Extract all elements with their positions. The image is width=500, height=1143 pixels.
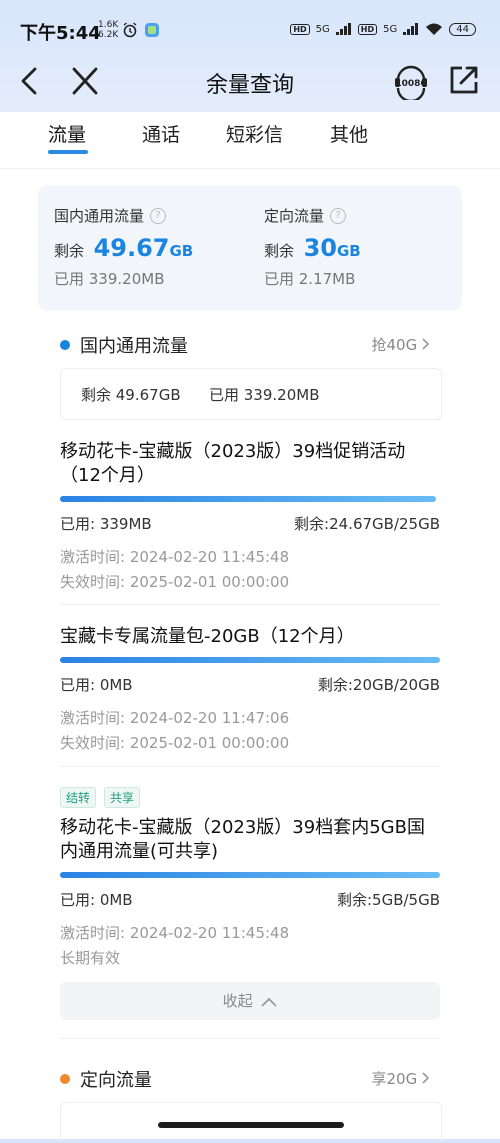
- tab-calls[interactable]: 通话: [142, 120, 180, 147]
- status-bar: 下午5:44 1.6K 6.2K HD 5G HD 5G 44: [0, 0, 500, 60]
- section-targeted-title: 定向流量: [80, 1070, 152, 1091]
- tab-active-indicator: [48, 150, 88, 154]
- wifi-icon: [426, 23, 443, 35]
- app-notification-icon: [145, 23, 159, 37]
- overview-remain: 剩余 49.67GB: [81, 386, 181, 404]
- section-domestic-header: 国内通用流量 抢40G: [60, 332, 440, 358]
- domestic-remain-value: 49.67: [93, 234, 170, 262]
- alarm-icon: [123, 22, 137, 38]
- remain-prefix: 剩余: [54, 242, 85, 260]
- section-dot: [60, 340, 70, 350]
- divider: [60, 766, 440, 767]
- chevron-right-icon: [422, 1072, 430, 1084]
- summary-targeted-label: 定向流量: [264, 207, 325, 225]
- section-dot: [60, 1074, 70, 1084]
- package-progress-bar: [60, 496, 437, 502]
- help-icon[interactable]: ?: [330, 207, 347, 224]
- section-domestic-title: 国内通用流量: [80, 336, 188, 357]
- service-label: 10086: [395, 79, 426, 89]
- package-name: 移动花卡-宝藏版（2023版）39档促销活动（12个月）: [60, 441, 406, 486]
- package-used: 已用: 339MB: [60, 515, 152, 533]
- package-expire-time: 失效时间: 2025-02-01 00:00:00: [60, 573, 290, 591]
- package-progress-bar: [60, 657, 440, 663]
- help-icon[interactable]: ?: [150, 207, 167, 224]
- package-remain: 剩余:20GB/20GB: [317, 676, 440, 694]
- package-remain: 剩余:5GB/5GB: [336, 891, 440, 909]
- battery-indicator: 44: [449, 22, 476, 36]
- remain-prefix: 剩余: [264, 242, 295, 260]
- share-external-icon[interactable]: [448, 64, 480, 96]
- status-time: 下午5:44: [20, 23, 101, 44]
- package-progress-bar: [60, 872, 440, 878]
- tab-bar: 流量 通话 短彩信 其他: [0, 112, 500, 169]
- package-name: 宝藏卡专属流量包-20GB（12个月）: [60, 626, 355, 647]
- domestic-overview-box: 剩余 49.67GB 已用 339.20MB: [60, 368, 442, 420]
- usage-summary: 国内通用流量? 剩余 49.67GB 已用 339.20MB 定向流量? 剩余 …: [38, 185, 462, 311]
- domestic-remain-unit: GB: [169, 242, 194, 260]
- hd-badge-2: HD: [357, 23, 378, 35]
- package-activate-time: 激活时间: 2024-02-20 11:45:48: [60, 924, 290, 942]
- overview-used: 已用 339.20MB: [209, 386, 320, 404]
- summary-targeted: 定向流量? 剩余 30GB 已用 2.17MB: [264, 205, 361, 289]
- status-right: HD 5G HD 5G 44: [290, 22, 476, 36]
- package-expire-time: 失效时间: 2025-02-01 00:00:00: [60, 734, 290, 752]
- tag-rollover: 结转: [60, 787, 97, 808]
- divider: [60, 604, 440, 605]
- tab-sms[interactable]: 短彩信: [226, 120, 283, 147]
- section-targeted-header: 定向流量 享20G: [60, 1066, 440, 1092]
- chevron-right-icon: [422, 338, 430, 350]
- signal-icon-2: [403, 23, 419, 35]
- customer-service-10086-icon[interactable]: 10086: [392, 62, 430, 100]
- package-activate-time: 激活时间: 2024-02-20 11:47:06: [60, 709, 290, 727]
- grab-40g-link[interactable]: 抢40G: [372, 334, 431, 355]
- divider: [60, 1038, 440, 1039]
- home-indicator[interactable]: [158, 1122, 344, 1128]
- main-card: 流量 通话 短彩信 其他 国内通用流量? 剩余 49.67GB 已用 339.2…: [0, 112, 500, 1143]
- tag-shared: 共享: [104, 787, 141, 808]
- enjoy-20g-link[interactable]: 享20G: [372, 1068, 431, 1089]
- summary-domestic-label: 国内通用流量: [54, 207, 145, 225]
- package-item: 结转 共享 移动花卡-宝藏版（2023版）39档套内5GB国内通用流量(可共享)…: [60, 787, 440, 968]
- domestic-used: 已用 339.20MB: [54, 270, 165, 288]
- targeted-remain-value: 30: [303, 234, 337, 262]
- net-label-1: 5G: [315, 23, 330, 35]
- nav-bar: 余量查询 10086: [0, 60, 500, 112]
- package-activate-time: 激活时间: 2024-02-20 11:45:48: [60, 548, 290, 566]
- package-name: 移动花卡-宝藏版（2023版）39档套内5GB国内通用流量(可共享): [60, 817, 425, 862]
- tab-data[interactable]: 流量: [48, 120, 86, 147]
- package-item: 宝藏卡专属流量包-20GB（12个月） 已用: 0MB 剩余:20GB/20GB …: [60, 625, 440, 753]
- targeted-used: 已用 2.17MB: [264, 270, 356, 288]
- chevron-up-icon: [261, 997, 278, 1007]
- tab-other[interactable]: 其他: [330, 120, 368, 147]
- package-remain: 剩余:24.67GB/25GB: [294, 515, 440, 533]
- hd-badge-1: HD: [290, 23, 310, 35]
- targeted-remain-unit: GB: [336, 242, 361, 260]
- collapse-label: 收起: [222, 992, 253, 1010]
- package-tags: 结转 共享: [60, 787, 440, 808]
- package-used: 已用: 0MB: [60, 891, 133, 909]
- package-used: 已用: 0MB: [60, 676, 133, 694]
- package-item: 移动花卡-宝藏版（2023版）39档促销活动（12个月） 已用: 339MB 剩余…: [60, 440, 440, 592]
- signal-icon: [335, 23, 351, 35]
- package-validity: 长期有效: [60, 949, 121, 967]
- net-label-2: 5G: [383, 23, 398, 35]
- summary-domestic: 国内通用流量? 剩余 49.67GB 已用 339.20MB: [54, 205, 193, 289]
- collapse-button[interactable]: 收起: [60, 982, 440, 1020]
- network-speed: 1.6K 6.2K: [98, 20, 119, 40]
- status-icons: [122, 22, 160, 38]
